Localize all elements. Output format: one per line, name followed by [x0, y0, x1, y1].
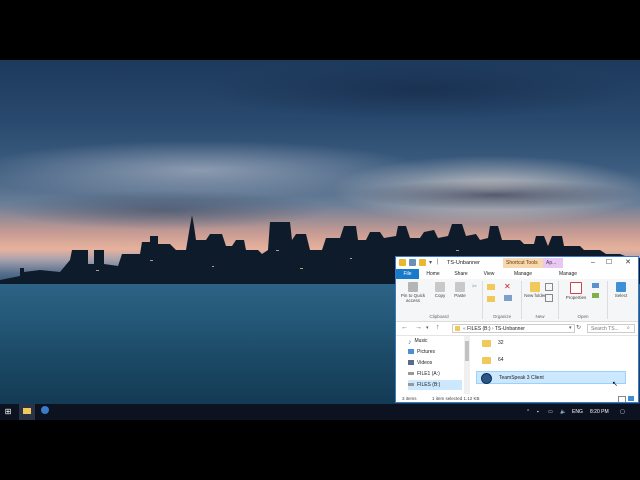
tab-shortcut-tools[interactable]: Shortcut Tools — [503, 258, 543, 268]
nav-item-files[interactable]: FILES (B:) — [408, 380, 462, 390]
action-center-icon[interactable]: ▢ — [620, 404, 625, 420]
list-item[interactable]: 64 — [476, 354, 626, 367]
nav-item-file1[interactable]: FILE1 (A:) — [408, 369, 440, 379]
nav-item-music[interactable]: ♪ Music — [408, 336, 428, 346]
network-icon[interactable]: ⬩ — [537, 404, 539, 420]
edit-icon[interactable] — [592, 293, 599, 298]
file-explorer-window[interactable]: ▾ | TS-Unbanner Shortcut Tools Ap... – ☐… — [395, 256, 639, 403]
large-icons-view-icon[interactable] — [628, 396, 634, 401]
new-folder-icon — [530, 282, 540, 292]
paste-button[interactable]: Paste — [451, 282, 469, 298]
teamspeak-icon — [481, 373, 492, 384]
group-organize: Organize — [492, 314, 512, 319]
tab-file[interactable]: File — [396, 269, 419, 279]
list-item[interactable]: 32 — [476, 337, 626, 350]
nav-item-pictures[interactable]: Pictures — [408, 347, 435, 357]
group-clipboard: Clipboard — [429, 314, 449, 319]
up-arrow-icon[interactable]: ↑ — [436, 324, 440, 331]
group-open: Open — [577, 314, 589, 319]
address-dropdown-icon[interactable]: ▾ — [569, 325, 572, 331]
power-icon[interactable]: ▭ — [548, 404, 553, 420]
item-count: 3 items — [402, 396, 417, 401]
breadcrumb-drive[interactable]: FILES (B:) — [467, 326, 490, 332]
properties-icon — [570, 282, 582, 294]
taskbar: ⊞ ⌃ ⬩ ▭ 🔈 ENG 8:20 PM ▢ — [0, 404, 640, 420]
mouse-cursor-icon: ↖ — [612, 381, 618, 388]
properties-button[interactable]: Properties — [562, 282, 590, 300]
folder-icon — [399, 259, 406, 266]
forward-arrow-icon[interactable]: → — [415, 324, 422, 331]
pin-icon — [408, 282, 418, 292]
move-to-icon[interactable] — [487, 284, 495, 290]
copy-to-icon[interactable] — [487, 296, 495, 302]
new-folder-icon[interactable] — [419, 259, 426, 266]
window-title: TS-Unbanner — [447, 260, 481, 266]
navigation-bar: ← → ▾ ↑ « FILES (B:) › TS-Unbanner ▾ ↻ S… — [396, 322, 638, 336]
file-explorer-taskbar-icon[interactable] — [19, 404, 35, 420]
search-icon: ⌕ — [627, 325, 630, 331]
back-arrow-icon[interactable]: ← — [401, 324, 408, 331]
divider-icon: | — [437, 259, 439, 265]
copy-icon — [435, 282, 445, 292]
delete-icon[interactable]: ✕ — [504, 282, 511, 291]
videos-icon — [408, 360, 414, 366]
folder-icon — [482, 340, 491, 347]
minimize-icon[interactable]: – — [586, 257, 600, 269]
tab-manage-shortcut[interactable]: Manage — [508, 269, 538, 279]
volume-icon[interactable]: 🔈 — [560, 404, 566, 420]
address-bar[interactable]: « FILES (B:) › TS-Unbanner — [452, 324, 575, 333]
pictures-icon — [408, 349, 414, 355]
teamspeak-taskbar-icon[interactable] — [37, 404, 53, 420]
folder-icon — [455, 326, 460, 331]
title-bar[interactable]: ▾ | TS-Unbanner Shortcut Tools Ap... – ☐… — [396, 257, 638, 269]
drive-icon — [408, 383, 414, 387]
select-button[interactable]: Select — [609, 282, 633, 298]
breadcrumb-folder[interactable]: TS-Unbanner — [495, 326, 525, 332]
drive-icon — [408, 372, 414, 376]
details-view-icon[interactable] — [618, 396, 626, 402]
navigation-pane: ♪ Music Pictures Videos FILE1 (A:) FILES … — [396, 336, 472, 394]
clock[interactable]: 8:20 PM — [590, 404, 609, 420]
copy-button[interactable]: Copy — [431, 282, 449, 298]
ribbon: Pin to Quick access Copy Paste ✂ ✕ New f… — [396, 279, 638, 322]
easy-access-icon[interactable] — [545, 294, 553, 302]
rename-icon[interactable] — [504, 295, 512, 301]
cut-icon[interactable]: ✂ — [472, 283, 477, 290]
list-item[interactable]: TeamSpeak 3 Client — [476, 371, 626, 384]
maximize-icon[interactable]: ☐ — [602, 257, 616, 269]
pin-quick-access-button[interactable]: Pin to Quick access — [398, 282, 428, 303]
tab-share[interactable]: Share — [450, 269, 472, 279]
show-hidden-icons-icon[interactable]: ⌃ — [526, 404, 530, 420]
new-folder-button[interactable]: New folder — [524, 282, 546, 298]
tab-manage-app[interactable]: Manage — [553, 269, 583, 279]
folder-icon — [482, 357, 491, 364]
desktop-screen: ▾ | TS-Unbanner Shortcut Tools Ap... – ☐… — [0, 60, 640, 420]
tab-view[interactable]: View — [478, 269, 500, 279]
group-new: New — [535, 314, 545, 319]
paste-icon — [455, 282, 465, 292]
nav-scrollbar-thumb[interactable] — [465, 341, 469, 361]
nav-item-videos[interactable]: Videos — [408, 358, 432, 368]
close-icon[interactable]: ✕ — [621, 257, 635, 269]
open-icon[interactable] — [592, 283, 599, 288]
recent-locations-icon[interactable]: ▾ — [426, 325, 429, 331]
start-button-windows-icon[interactable]: ⊞ — [0, 404, 16, 420]
new-item-icon[interactable] — [545, 283, 553, 291]
select-all-icon — [616, 282, 626, 292]
file-list: 32 64 TeamSpeak 3 Client ↖ — [474, 336, 638, 394]
language-indicator[interactable]: ENG — [572, 404, 583, 420]
quick-access-dropdown-icon[interactable]: ▾ — [429, 259, 432, 266]
status-bar: 3 items 1 item selected 1.12 KB — [396, 394, 638, 402]
music-icon: ♪ — [408, 339, 412, 347]
refresh-icon[interactable]: ↻ — [576, 324, 581, 331]
tab-home[interactable]: Home — [422, 269, 444, 279]
properties-icon[interactable] — [409, 259, 416, 266]
selection-info: 1 item selected 1.12 KB — [432, 396, 480, 401]
tab-application-tools[interactable]: Ap... — [543, 258, 563, 268]
